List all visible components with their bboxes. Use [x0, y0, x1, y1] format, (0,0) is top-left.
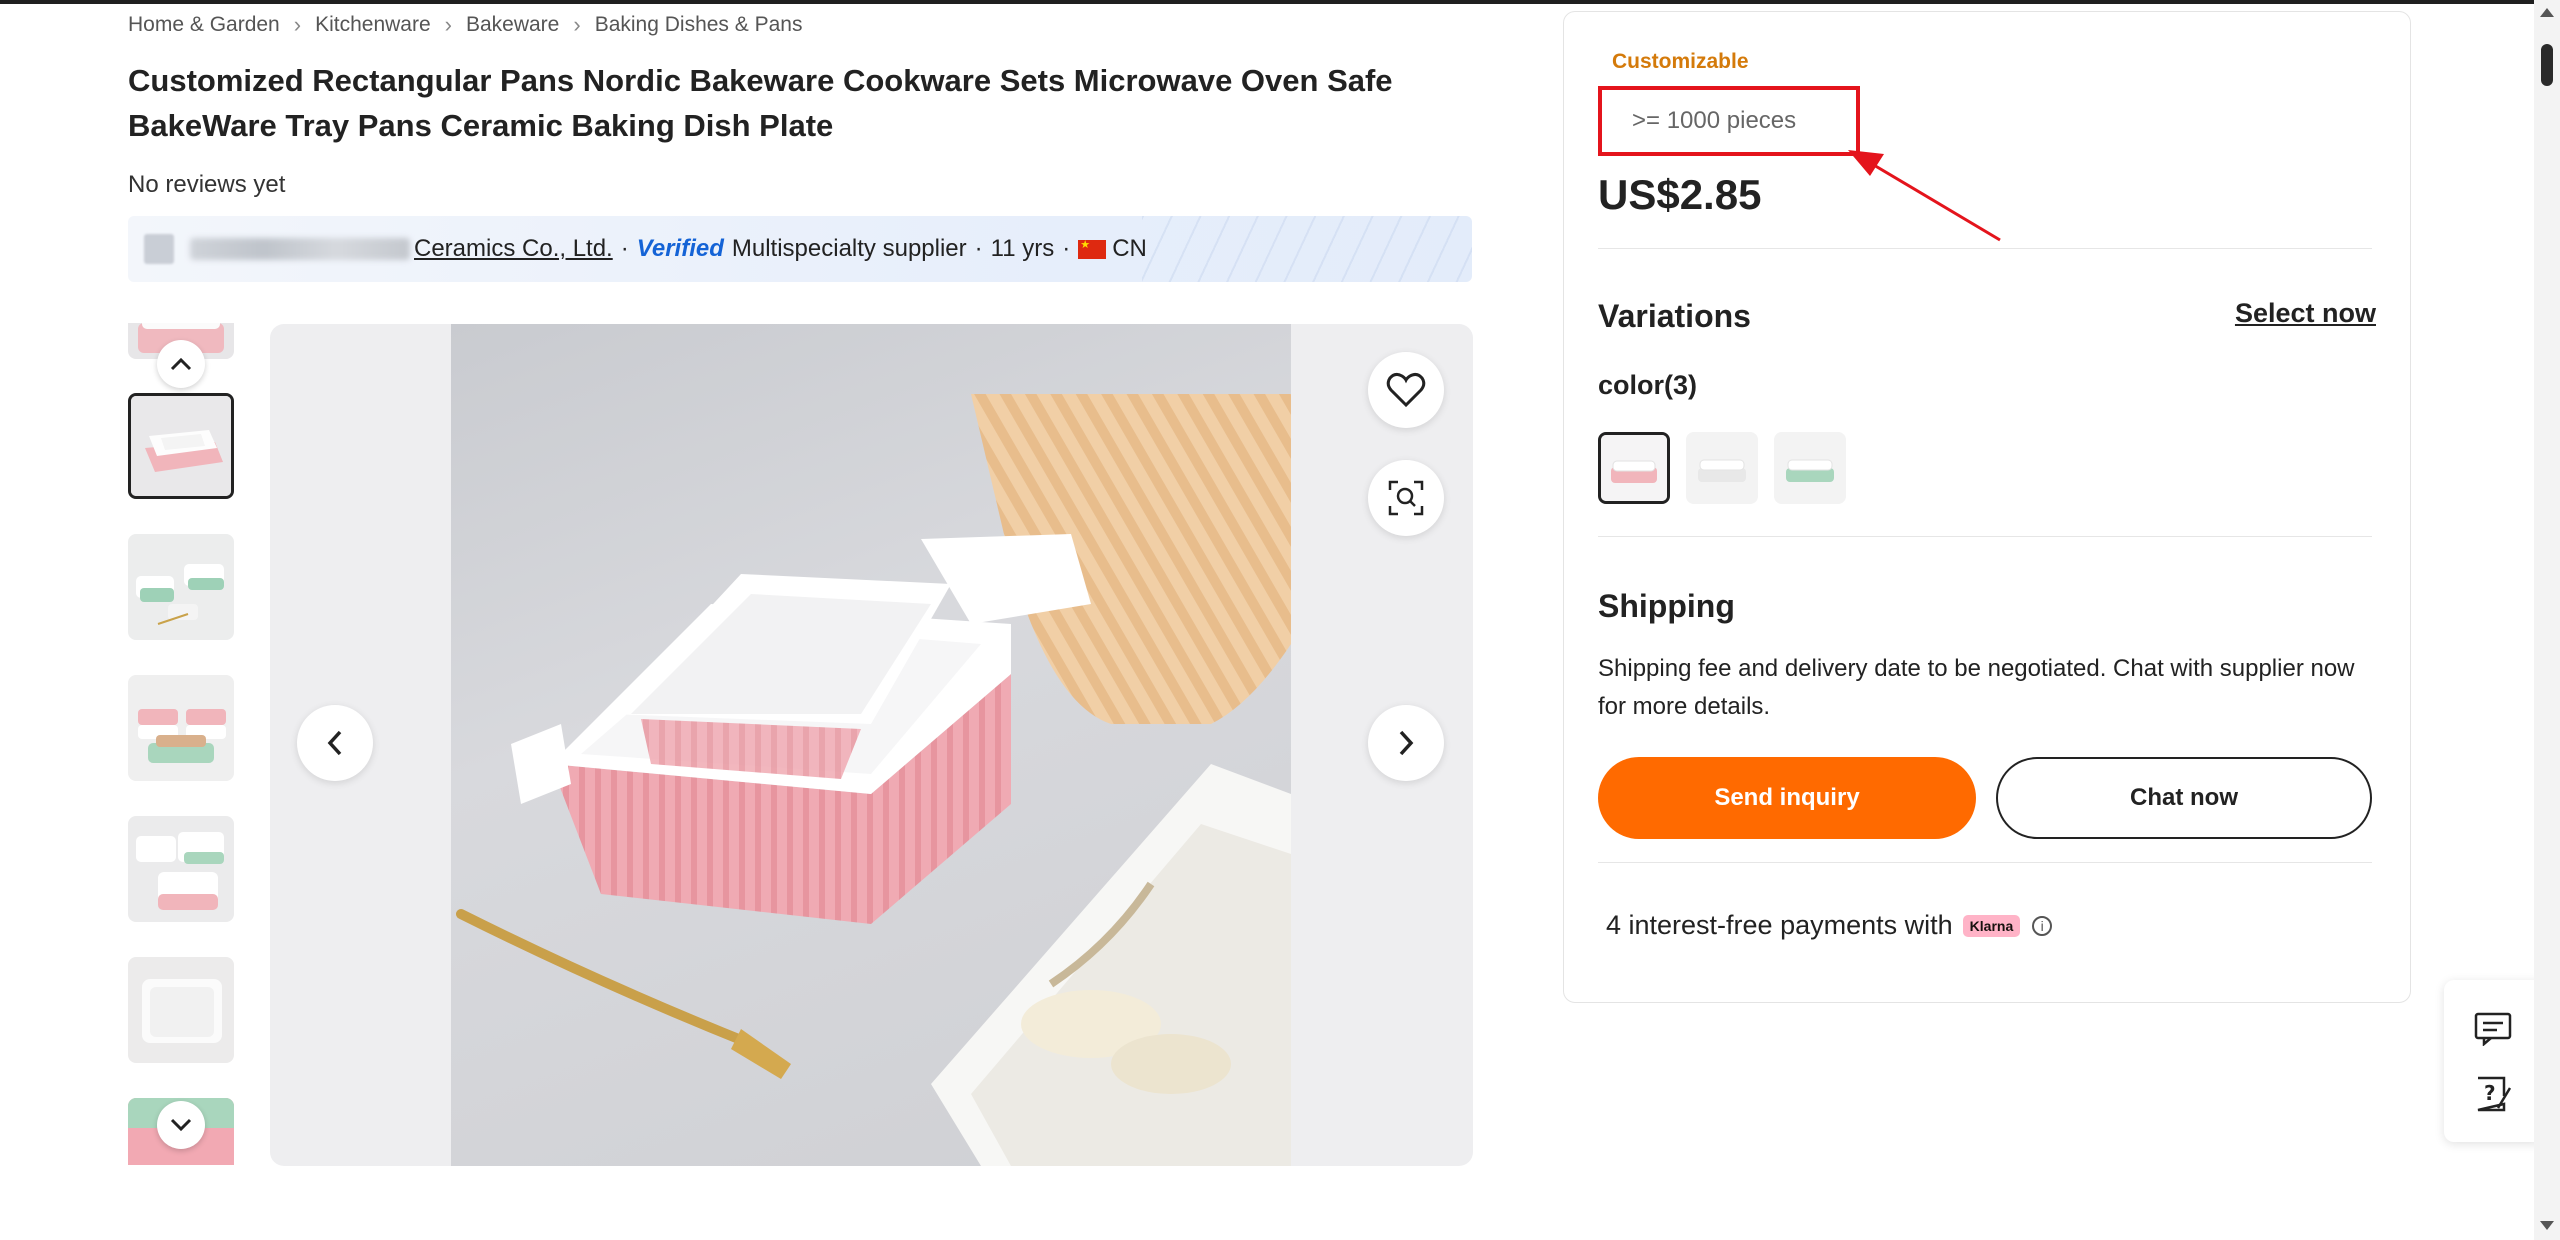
chevron-right-icon: › — [444, 12, 452, 37]
separator-dot: · — [620, 235, 629, 262]
divider — [1598, 862, 2372, 863]
chevron-up-icon[interactable] — [157, 340, 205, 388]
previous-image-button[interactable] — [297, 705, 373, 781]
moq-text: >= 1000 pieces — [1632, 107, 1797, 134]
main-product-image-viewer — [270, 324, 1473, 1166]
thumbnail-strip — [128, 323, 234, 1165]
chevron-right-icon — [1399, 730, 1414, 756]
image-search-icon — [1388, 480, 1424, 516]
separator-dot: · — [974, 235, 983, 262]
breadcrumb: Home & Garden › Kitchenware › Bakeware ›… — [128, 12, 802, 38]
chevron-right-icon: › — [293, 12, 302, 37]
breadcrumb-home-garden[interactable]: Home & Garden — [128, 13, 280, 37]
supplier-logo — [144, 234, 174, 264]
thumbnail-item[interactable] — [128, 393, 234, 499]
favorite-button[interactable] — [1368, 352, 1444, 428]
supplier-years: 11 yrs — [990, 235, 1055, 262]
scroll-thumb[interactable] — [2541, 44, 2553, 86]
color-label: color(3) — [1598, 370, 1698, 400]
thumbnail-item[interactable] — [128, 675, 234, 781]
chevron-left-icon — [327, 730, 342, 756]
thumbnail-item[interactable] — [128, 534, 234, 640]
color-swatch-green[interactable] — [1774, 432, 1846, 504]
heart-icon — [1386, 372, 1426, 408]
scroll-down-arrow[interactable] — [2540, 1221, 2554, 1230]
color-swatch-white[interactable] — [1686, 432, 1758, 504]
breadcrumb-kitchenware[interactable]: Kitchenware — [315, 13, 431, 37]
info-icon[interactable]: i — [2032, 915, 2053, 936]
supplier-type: Multispecialty supplier — [731, 235, 967, 262]
svg-text:?: ? — [2484, 1081, 2496, 1105]
help-icon[interactable]: ? — [2474, 1074, 2512, 1119]
shipping-description: Shipping fee and delivery date to be neg… — [1598, 655, 2355, 720]
thumbnail-item[interactable] — [128, 957, 234, 1063]
chat-now-button[interactable]: Chat now — [1996, 757, 2372, 839]
customizable-badge: Customizable — [1612, 50, 1749, 73]
reviews-status: No reviews yet — [128, 171, 286, 198]
verified-badge[interactable]: Verified — [637, 235, 724, 263]
chevron-down-icon[interactable] — [157, 1101, 205, 1149]
chevron-right-icon: › — [573, 12, 581, 37]
annotation-arrow — [1848, 150, 2001, 242]
product-photo[interactable] — [451, 324, 1291, 1166]
next-image-button[interactable] — [1368, 705, 1444, 781]
supplier-bar: Ceramics Co., Ltd. · Verified Multispeci… — [128, 216, 1472, 282]
product-title: Customized Rectangular Pans Nordic Bakew… — [128, 63, 1393, 143]
divider — [1598, 536, 2372, 537]
breadcrumb-baking-dishes[interactable]: Baking Dishes & Pans — [595, 13, 803, 37]
floating-side-toolbar: ? — [2444, 980, 2540, 1142]
klarna-payments-row: 4 interest-free payments with Klarna i — [1606, 910, 2053, 941]
window-top-border — [0, 0, 2560, 4]
select-now-link[interactable]: Select now — [2235, 298, 2376, 329]
variations-title: Variations — [1598, 298, 1751, 334]
separator-dot: · — [1062, 235, 1071, 262]
thumbnail-item[interactable] — [128, 816, 234, 922]
klarna-logo: Klarna — [1962, 914, 2021, 937]
supplier-name-link[interactable]: Ceramics Co., Ltd. — [414, 235, 613, 263]
minimum-order-quantity: >= 1000 pieces — [1598, 86, 1860, 156]
send-inquiry-button[interactable]: Send inquiry — [1598, 757, 1976, 839]
message-icon[interactable] — [2474, 1012, 2512, 1051]
payments-text: 4 interest-free payments with — [1606, 910, 1953, 940]
shipping-title: Shipping — [1598, 588, 1735, 624]
decorative-stripes — [1142, 216, 1472, 282]
color-swatch-pink[interactable] — [1598, 432, 1670, 504]
breadcrumb-bakeware[interactable]: Bakeware — [466, 13, 559, 37]
page-scrollbar[interactable] — [2534, 0, 2560, 1240]
flag-cn-icon — [1078, 238, 1107, 259]
redacted-supplier-name — [190, 238, 410, 260]
price: US$2.85 — [1598, 171, 1762, 218]
image-search-button[interactable] — [1368, 460, 1444, 536]
scroll-up-arrow[interactable] — [2540, 8, 2554, 17]
